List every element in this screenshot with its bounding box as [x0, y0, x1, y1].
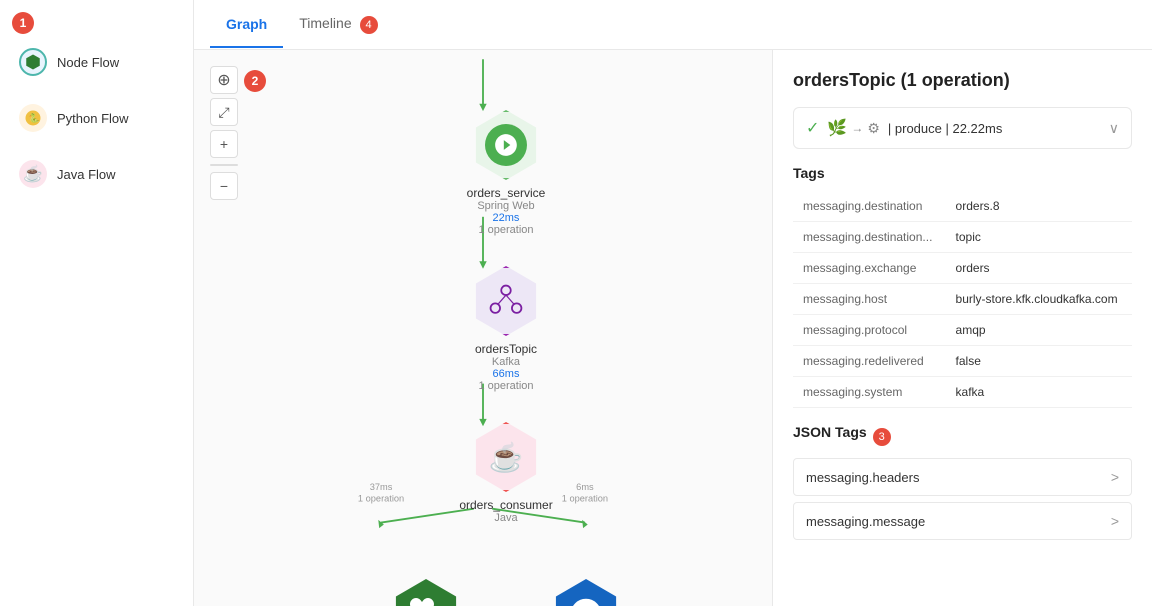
tab-timeline[interactable]: Timeline 4 — [283, 1, 393, 50]
node-flow-label: Node Flow — [57, 55, 119, 70]
main-area: Graph Timeline 4 ⊕ ⤢ + − 2 — [194, 0, 1152, 606]
json-tag-arrow-icon: > — [1111, 513, 1119, 529]
kafka-node[interactable]: ordersTopic Kafka 66ms 1 operation — [471, 266, 541, 392]
op-text: | produce | 22.22ms — [888, 121, 1101, 136]
spring-node[interactable]: orders_service Spring Web 22ms 1 operati… — [467, 110, 546, 236]
java-flow-icon: ☕ — [19, 160, 47, 188]
java-hexagon: ☕ — [471, 422, 541, 492]
content-area: ⊕ ⤢ + − 2 37ms — [194, 50, 1152, 606]
node-flow-icon — [19, 48, 47, 76]
spring-icon — [485, 124, 527, 166]
kafka-label: ordersTopic — [475, 342, 537, 356]
operation-row[interactable]: ✓ 🌿 → ⚙ | produce | 22.22ms ∨ — [793, 107, 1132, 149]
java-node[interactable]: ☕ orders_consumer Java — [459, 422, 552, 524]
python-flow-icon: 🐍 — [19, 104, 47, 132]
sidebar: 1 Node Flow 🐍 Python Flow ☕ Java Flow — [0, 0, 194, 606]
zoom-divider — [210, 164, 238, 166]
json-tags-title: JSON Tags — [793, 424, 867, 440]
item-stock-node[interactable]: item-stock — [551, 579, 621, 606]
right-panel: ordersTopic (1 operation) ✓ 🌿 → ⚙ | prod… — [772, 50, 1152, 606]
json-tags-header: JSON Tags 3 — [793, 424, 1132, 450]
tags-row: messaging.destinationorders.8 — [793, 191, 1132, 222]
bottom-nodes: receipts-prod item-stock — [391, 579, 621, 606]
tags-row: messaging.exchangeorders — [793, 253, 1132, 284]
panel-title: ordersTopic (1 operation) — [793, 70, 1132, 91]
tags-row: messaging.redeliveredfalse — [793, 346, 1132, 377]
tags-row: messaging.systemkafka — [793, 377, 1132, 408]
spring-hexagon — [471, 110, 541, 180]
json-tag-row[interactable]: messaging.headers> — [793, 458, 1132, 496]
tab-graph[interactable]: Graph — [210, 2, 283, 48]
tags-table: messaging.destinationorders.8messaging.d… — [793, 191, 1132, 408]
python-flow-label: Python Flow — [57, 111, 129, 126]
timeline-badge: 4 — [360, 16, 378, 34]
java-consumer-label: orders_consumer — [459, 498, 552, 512]
tags-section-title: Tags — [793, 165, 1132, 181]
op-chevron-icon: ∨ — [1109, 120, 1119, 137]
json-tag-row[interactable]: messaging.message> — [793, 502, 1132, 540]
json-tags-badge: 3 — [873, 428, 891, 446]
op-flow-icons: 🌿 → ⚙ — [827, 118, 879, 138]
json-tag-arrow-icon: > — [1111, 469, 1119, 485]
zoom-out-button[interactable]: − — [210, 172, 238, 200]
graph-controls: ⊕ ⤢ + − — [210, 66, 238, 200]
svg-text:🐍: 🐍 — [29, 112, 40, 123]
pan-control[interactable]: ⊕ — [210, 66, 238, 94]
sidebar-item-node-flow[interactable]: Node Flow — [0, 34, 193, 90]
fit-button[interactable]: ⤢ — [210, 98, 238, 126]
receipts-hexagon — [391, 579, 461, 606]
sidebar-item-python-flow[interactable]: 🐍 Python Flow — [0, 90, 193, 146]
sidebar-item-java-flow[interactable]: ☕ Java Flow — [0, 146, 193, 202]
zoom-in-button[interactable]: + — [210, 130, 238, 158]
spring-label: orders_service — [467, 186, 546, 200]
graph-canvas: ⊕ ⤢ + − 2 37ms — [194, 50, 772, 606]
op-check-icon: ✓ — [806, 118, 819, 138]
java-flow-label: Java Flow — [57, 167, 116, 182]
sidebar-badge: 1 — [12, 12, 34, 34]
svg-text:37ms: 37ms — [370, 482, 393, 492]
kafka-hexagon — [471, 266, 541, 336]
tags-row: messaging.destination...topic — [793, 222, 1132, 253]
tags-row: messaging.protocolamqp — [793, 315, 1132, 346]
json-tags-list: messaging.headers> messaging.message> — [793, 458, 1132, 540]
tabs-bar: Graph Timeline 4 — [194, 0, 1152, 50]
tags-row: messaging.hostburly-store.kfk.cloudkafka… — [793, 284, 1132, 315]
graph-badge: 2 — [244, 70, 266, 92]
receipts-node[interactable]: receipts-prod — [391, 579, 461, 606]
item-stock-hexagon — [551, 579, 621, 606]
